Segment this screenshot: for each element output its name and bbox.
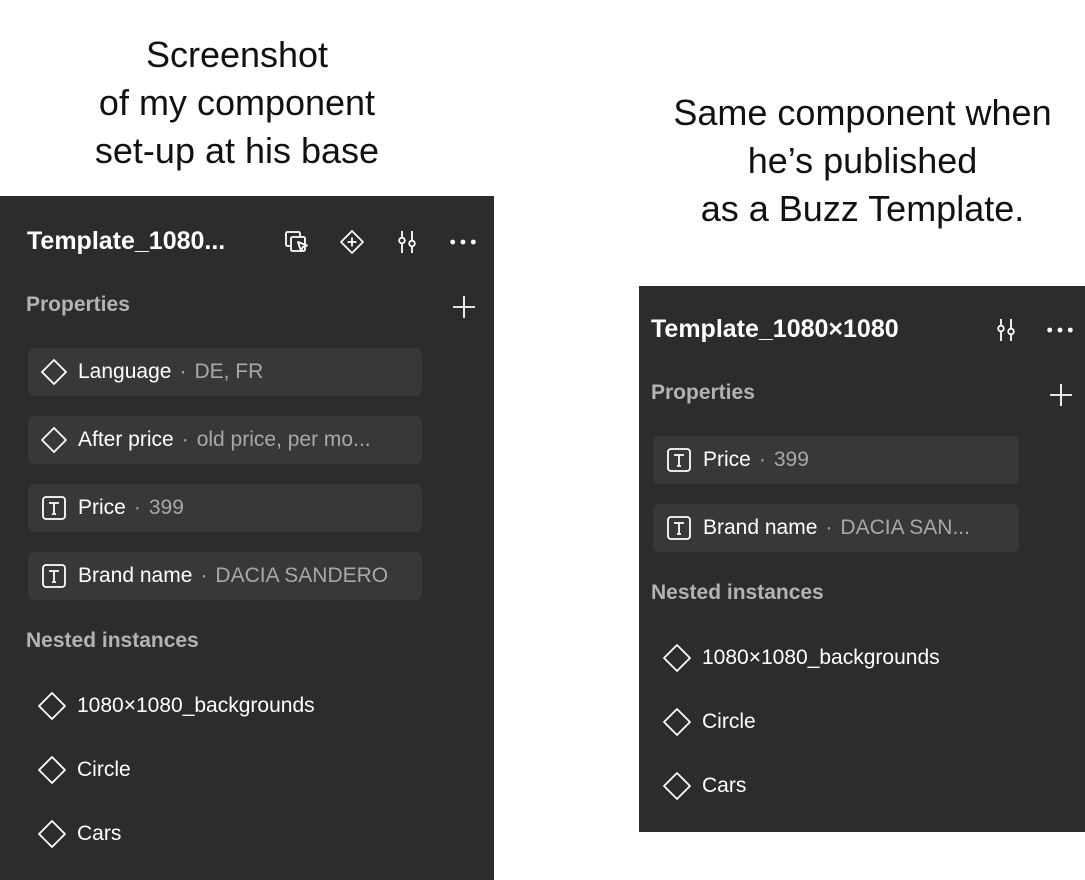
component-panel-base: Template_1080... Properties Language · D…	[0, 196, 494, 880]
caption-line: set-up at his base	[94, 130, 380, 171]
adjust-icon[interactable]	[392, 227, 422, 257]
caption-line: as a Buzz Template.	[700, 188, 1025, 229]
more-icon[interactable]	[1045, 315, 1075, 345]
nested-instance-cars[interactable]: Cars	[662, 762, 746, 810]
nested-instance-cars[interactable]: Cars	[37, 810, 121, 858]
component-panel-published: Template_1080×1080 Properties Price · 39…	[639, 286, 1085, 832]
more-icon[interactable]	[448, 227, 478, 257]
caption-line: he’s published	[747, 140, 978, 181]
property-name: Price	[78, 496, 126, 519]
property-value: 399	[773, 448, 809, 471]
text-property-icon	[40, 494, 68, 522]
add-property-icon[interactable]	[1046, 380, 1076, 410]
component-title: Template_1080...	[27, 227, 226, 255]
instance-diamond-icon	[37, 691, 67, 721]
nested-instance-label: Cars	[702, 774, 747, 797]
property-row-brand-name[interactable]: Brand name · DACIA SANDERO	[28, 552, 422, 600]
instance-diamond-icon	[662, 707, 692, 737]
add-property-icon[interactable]	[449, 292, 479, 322]
property-separator: ·	[133, 496, 141, 519]
property-value: DACIA SANDERO	[215, 564, 389, 587]
caption-left: Screenshot of my component set-up at his…	[30, 31, 444, 175]
nested-instance-circle[interactable]: Circle	[37, 746, 131, 794]
property-separator: ·	[758, 448, 766, 471]
adjust-icon[interactable]	[991, 315, 1021, 345]
nested-instance-label: 1080×1080_backgrounds	[702, 646, 940, 669]
property-row-brand-name[interactable]: Brand name · DACIA SAN...	[653, 504, 1019, 552]
instance-diamond-icon	[37, 755, 67, 785]
nested-instance-circle[interactable]: Circle	[662, 698, 756, 746]
property-row-price[interactable]: Price · 399	[653, 436, 1019, 484]
property-name: Price	[703, 448, 751, 471]
property-value: DE, FR	[194, 360, 264, 383]
property-value: DACIA SAN...	[840, 516, 970, 539]
variant-diamond-icon	[40, 426, 68, 454]
text-property-icon	[665, 514, 693, 542]
property-name: Brand name	[78, 564, 193, 587]
text-property-icon	[665, 446, 693, 474]
properties-label: Properties	[26, 293, 130, 316]
caption-line: of my component	[98, 82, 376, 123]
nested-instance-label: Circle	[702, 710, 756, 733]
properties-label: Properties	[651, 381, 755, 404]
caption-line: Screenshot	[145, 34, 329, 75]
nested-instances-label: Nested instances	[26, 629, 199, 652]
instance-diamond-icon	[662, 643, 692, 673]
nested-instances-label: Nested instances	[651, 581, 824, 604]
instance-diamond-icon	[662, 771, 692, 801]
nested-instance-backgrounds[interactable]: 1080×1080_backgrounds	[37, 682, 315, 730]
property-separator: ·	[825, 516, 833, 539]
nested-instance-backgrounds[interactable]: 1080×1080_backgrounds	[662, 634, 940, 682]
nested-instance-label: Cars	[77, 822, 122, 845]
property-separator: ·	[181, 428, 189, 451]
property-row-after-price[interactable]: After price · old price, per mo...	[28, 416, 422, 464]
nested-instance-label: 1080×1080_backgrounds	[77, 694, 315, 717]
variant-diamond-icon	[40, 358, 68, 386]
property-name: Brand name	[703, 516, 818, 539]
property-value: old price, per mo...	[196, 428, 371, 451]
text-property-icon	[40, 562, 68, 590]
property-separator: ·	[179, 360, 187, 383]
property-value: 399	[148, 496, 184, 519]
property-name: After price	[78, 428, 174, 451]
property-name: Language	[78, 360, 172, 383]
instance-diamond-icon	[37, 819, 67, 849]
caption-line: Same component when	[673, 92, 1052, 133]
property-separator: ·	[200, 564, 208, 587]
component-title: Template_1080×1080	[651, 315, 899, 343]
property-row-language[interactable]: Language · DE, FR	[28, 348, 422, 396]
component-icon[interactable]	[337, 227, 367, 257]
nested-instance-label: Circle	[77, 758, 131, 781]
property-row-price[interactable]: Price · 399	[28, 484, 422, 532]
select-matching-icon[interactable]	[282, 227, 312, 257]
caption-right: Same component when he’s published as a …	[640, 89, 1085, 233]
